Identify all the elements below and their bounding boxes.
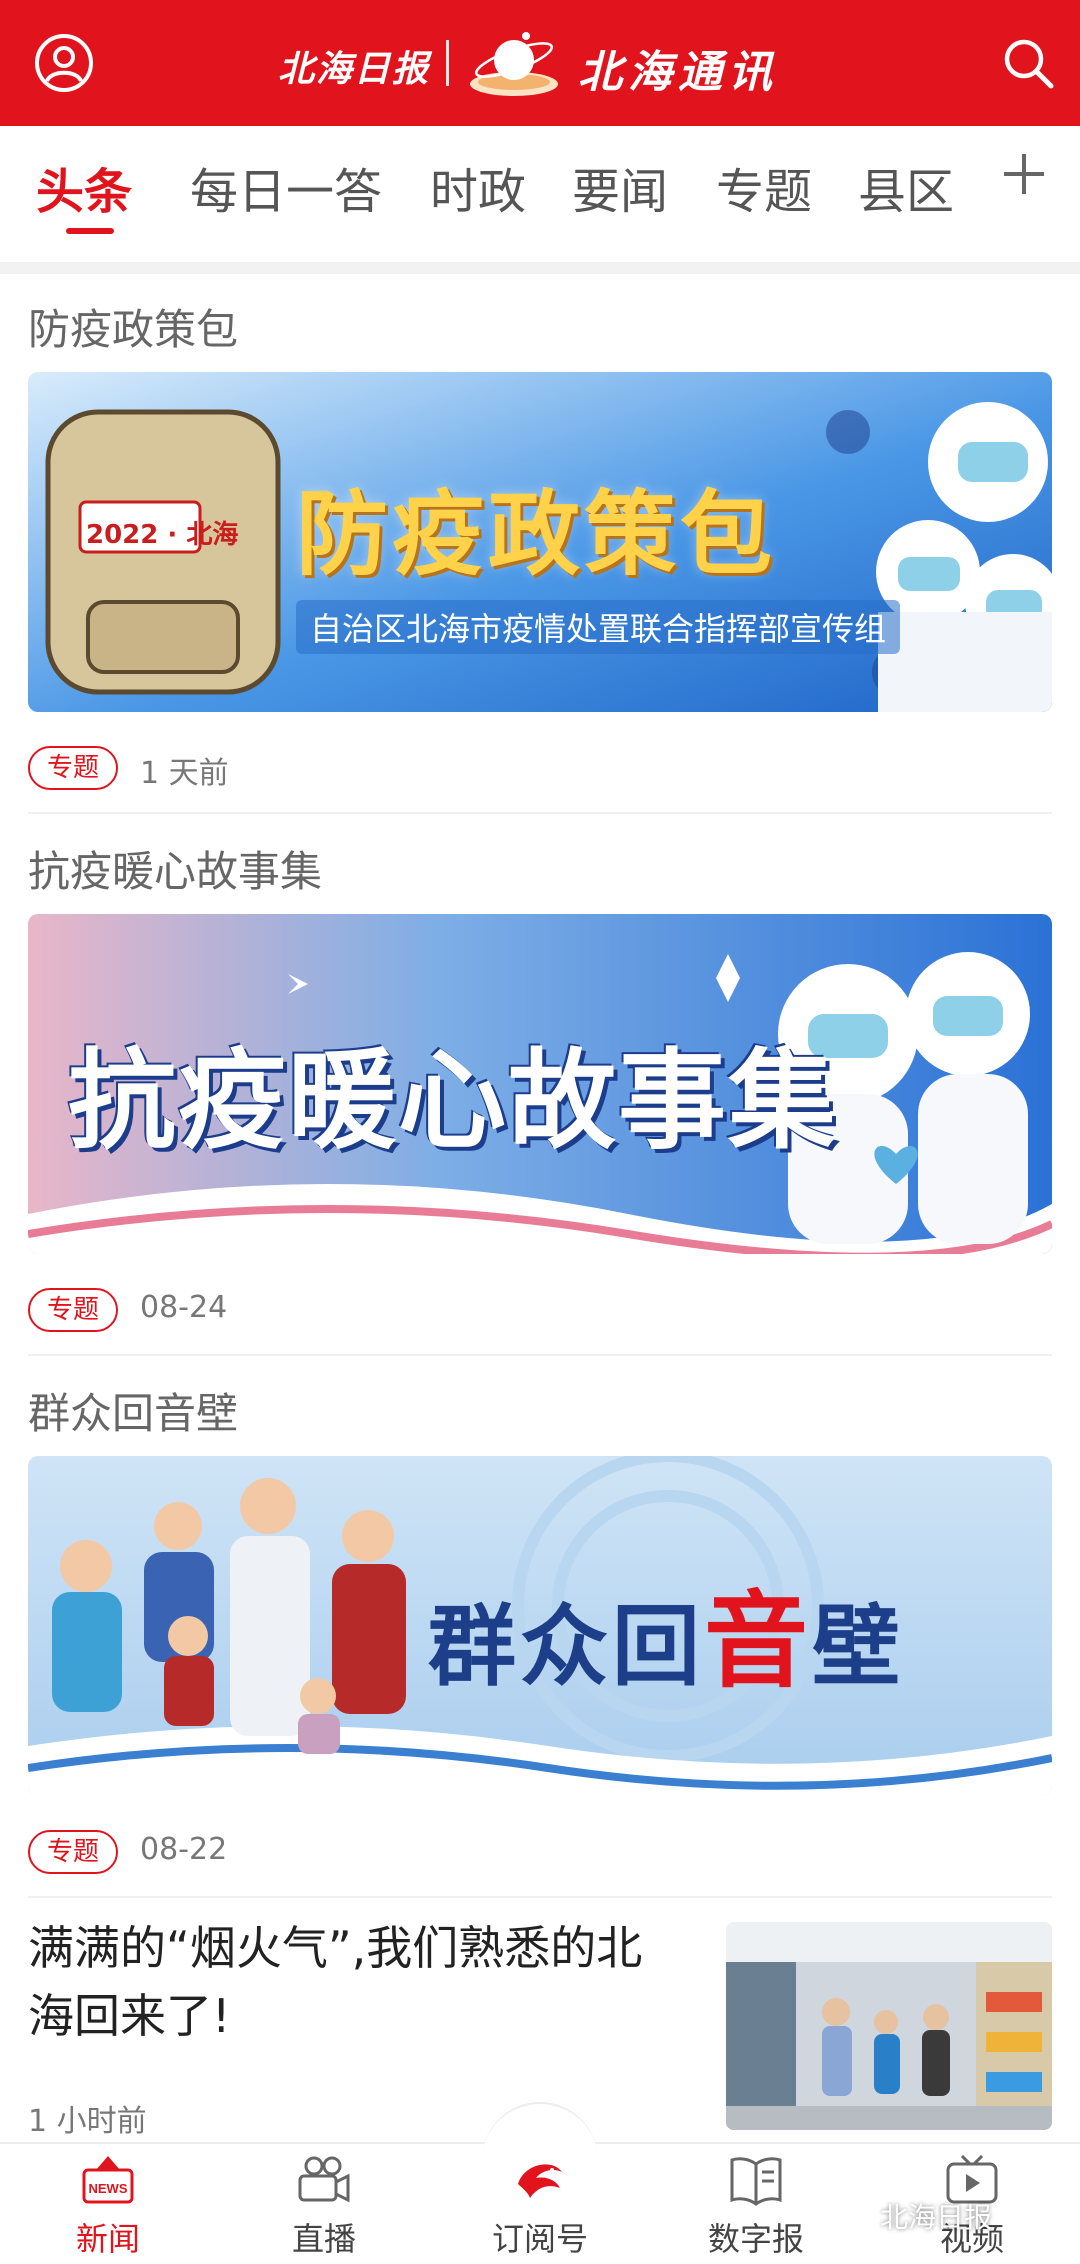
publish-time: 08-24: [140, 1290, 228, 1325]
banner-warm-stories[interactable]: 抗疫暖心故事集: [28, 914, 1052, 1254]
open-book-icon: [730, 2157, 782, 2206]
feed-divider: [28, 1896, 1052, 1898]
app-logo: 北海日报 北海通讯: [278, 24, 798, 102]
feed-item-title[interactable]: 防疫政策包: [28, 296, 238, 357]
tab-politics[interactable]: 时政: [430, 152, 526, 222]
nav-item-news[interactable]: NEWS 新闻: [28, 2154, 188, 2262]
feed-divider: [28, 1354, 1052, 1356]
news-badge-text: NEWS: [89, 2181, 128, 2196]
nav-item-subscriptions[interactable]: 订阅号: [460, 2154, 620, 2262]
dolphin-logo-icon: [518, 2164, 562, 2198]
topic-tag[interactable]: 专题: [28, 1830, 118, 1874]
feed-item-title[interactable]: 抗疫暖心故事集: [28, 838, 322, 899]
tab-counties[interactable]: 县区: [858, 152, 954, 222]
search-icon[interactable]: [1000, 35, 1056, 91]
nav-label: 直播: [291, 2220, 356, 2258]
banner-headline-highlight: 音: [704, 1580, 813, 1702]
banner-policy-package[interactable]: 2022 · 北海 防疫政策包 自治区北海市疫情处置联合指挥部宣传组: [28, 372, 1052, 712]
tab-topics[interactable]: 专题: [716, 152, 812, 222]
watermark: 北海日报: [880, 2201, 993, 2234]
topic-tag[interactable]: 专题: [28, 746, 118, 790]
banner-headline: 抗疫暖心故事集: [68, 1039, 839, 1164]
topic-tag[interactable]: 专题: [28, 1288, 118, 1332]
tab-daily-answer[interactable]: 每日一答: [190, 152, 382, 222]
nav-label: 订阅号: [491, 2220, 588, 2258]
news-item-time: 1 小时前: [28, 2104, 147, 2139]
news-item-title[interactable]: 满满的“烟火气”,我们熟悉的北海回来了!: [28, 1914, 688, 2050]
news-icon: NEWS: [82, 2156, 134, 2204]
publish-time: 08-22: [140, 1832, 228, 1867]
channel-tabs: 头条 每日一答 时政 要闻 专题 县区: [0, 126, 1080, 262]
publish-time: 1 天前: [140, 756, 229, 791]
plus-icon[interactable]: [1000, 150, 1048, 198]
banner-headline: 群众回音壁: [428, 1556, 904, 1707]
banner-headline-part: 群众回: [428, 1595, 705, 1698]
feed-item-title[interactable]: 群众回音壁: [28, 1380, 238, 1441]
video-camera-icon: [298, 2156, 350, 2203]
nav-item-digital-paper[interactable]: 数字报: [676, 2154, 836, 2262]
tab-news[interactable]: 要闻: [572, 152, 668, 222]
user-avatar-icon[interactable]: [34, 33, 94, 93]
banner-headline: 防疫政策包: [296, 481, 777, 588]
banner-public-echo-wall[interactable]: 群众回音壁: [28, 1456, 1052, 1796]
banner-badge: 2022 · 北海: [86, 520, 239, 550]
tab-headlines[interactable]: 头条: [36, 152, 132, 222]
active-tab-indicator: [66, 228, 114, 234]
news-thumbnail-image: [726, 1922, 1052, 2130]
top-header: 北海日报 北海通讯: [0, 0, 1080, 126]
logo-divider: [446, 40, 449, 86]
app-title: 北海通讯: [578, 47, 778, 98]
banner-subtitle: 自治区北海市疫情处置联合指挥部宣传组: [296, 600, 901, 654]
news-thumbnail[interactable]: [726, 1922, 1052, 2130]
tabs-separator: [0, 262, 1080, 274]
paper-logo-text: 北海日报: [278, 48, 431, 90]
feed-divider: [28, 812, 1052, 814]
nav-label: 新闻: [75, 2220, 140, 2258]
nav-item-live[interactable]: 直播: [244, 2154, 404, 2262]
nav-label: 数字报: [707, 2220, 804, 2258]
banner-headline-part: 壁: [812, 1595, 905, 1698]
pearl-emblem-icon: [470, 32, 558, 96]
